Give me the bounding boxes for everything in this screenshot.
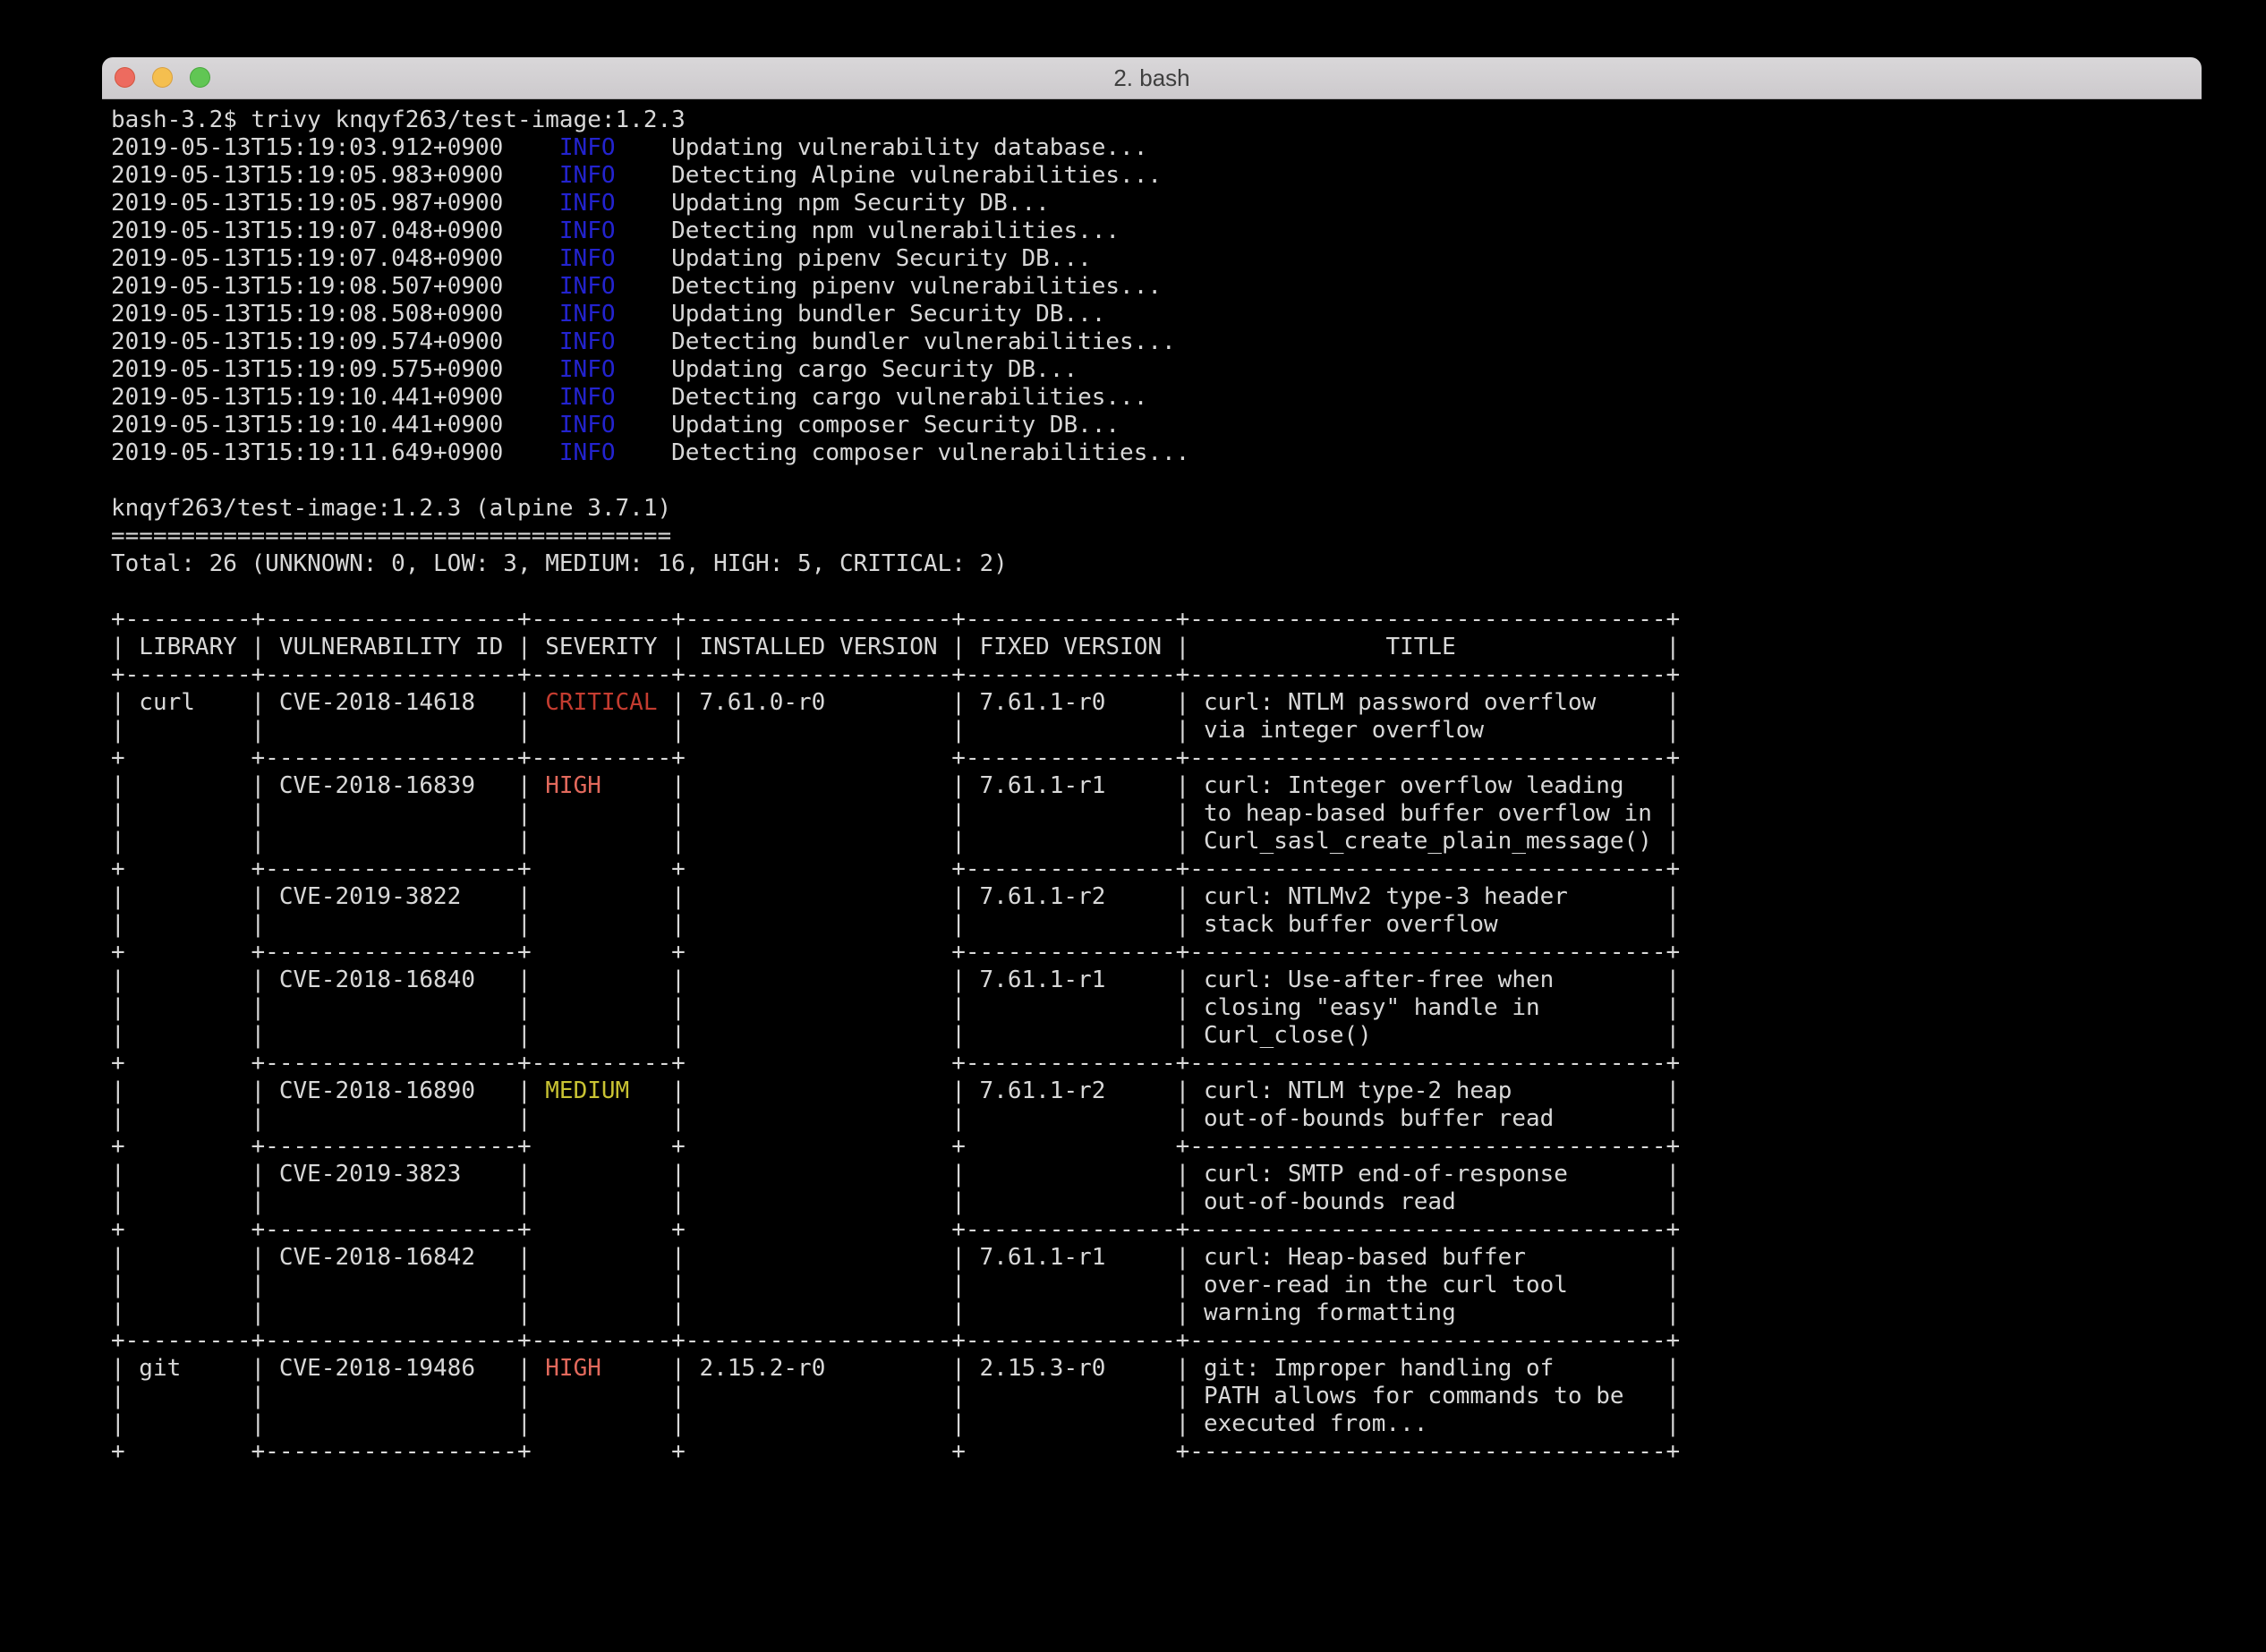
terminal-output[interactable]: bash-3.2$ trivy knqyf263/test-image:1.2.… (102, 99, 2202, 1466)
terminal-window: 2. bash bash-3.2$ trivy knqyf263/test-im… (102, 57, 2202, 1614)
window-titlebar[interactable]: 2. bash (102, 57, 2202, 99)
window-title: 2. bash (102, 57, 2202, 98)
